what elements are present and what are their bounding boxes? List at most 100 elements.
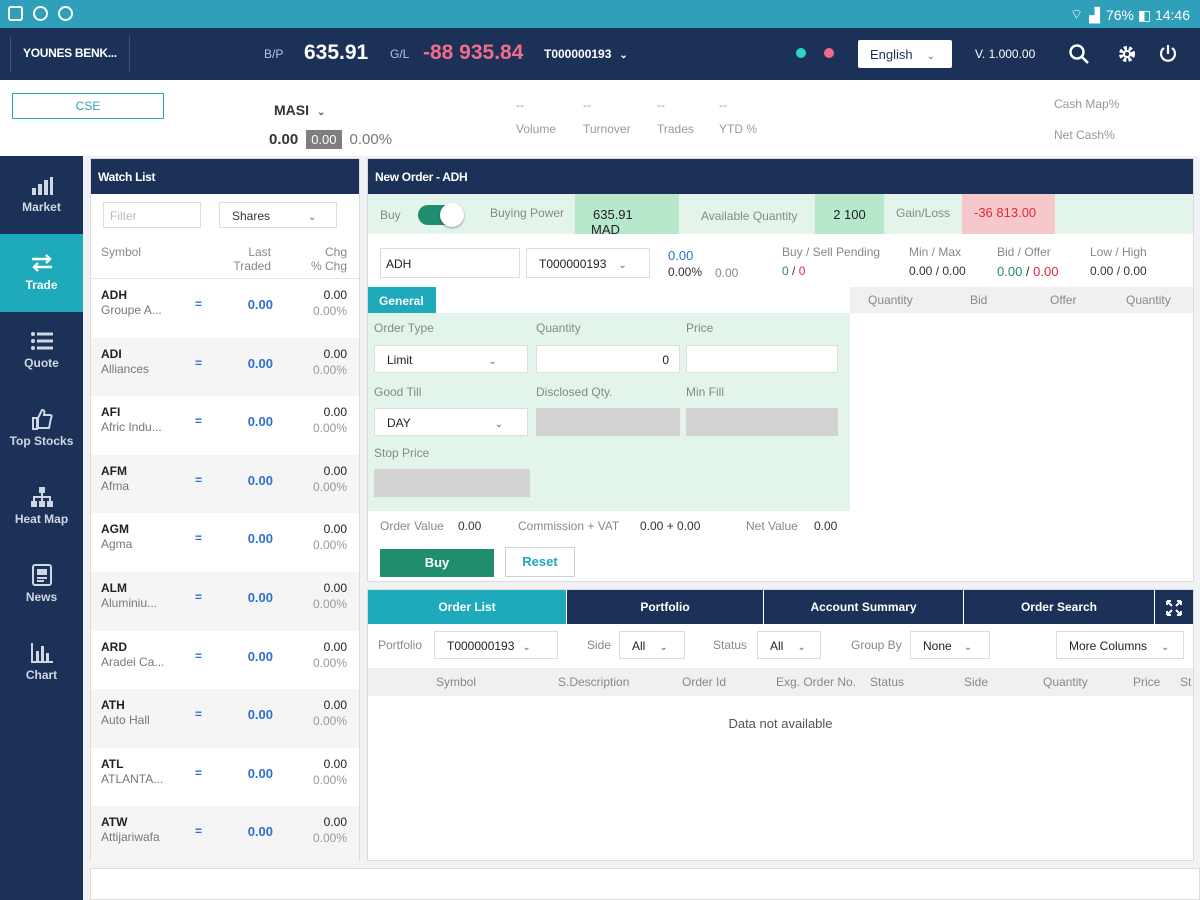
nav-quote[interactable]: Quote	[0, 312, 83, 390]
language-select[interactable]: English ⌄	[858, 40, 952, 68]
tab-order-list[interactable]: Order List	[368, 590, 566, 624]
watch-list-title: Watch List	[91, 159, 359, 194]
nav-heat-map[interactable]: Heat Map	[0, 468, 83, 546]
order-type-select[interactable]: Limit ⌄	[374, 345, 528, 373]
tab-portfolio[interactable]: Portfolio	[567, 590, 763, 624]
user-name[interactable]: YOUNES BENK...	[10, 36, 130, 72]
nav-label: Market	[22, 200, 61, 214]
row-last-traded: 0.00	[247, 472, 273, 488]
account-selector[interactable]: T000000193 ⌄	[544, 47, 628, 61]
order-summary-bar: Buy Buying Power 635.91 MAD Available Qu…	[368, 194, 1193, 237]
watch-row-atw[interactable]: ATW Attijariwafa = 0.00 0.00 0.00%	[91, 806, 359, 865]
price-input[interactable]	[686, 345, 838, 373]
col-last-1: Last	[248, 245, 271, 259]
tab-order-search[interactable]: Order Search	[964, 590, 1154, 624]
book-col-offer: Offer	[1050, 293, 1077, 307]
watch-row-afm[interactable]: AFM Afma = 0.00 0.00 0.00%	[91, 454, 359, 514]
watch-row-afi[interactable]: AFI Afric Indu... = 0.00 0.00 0.00%	[91, 396, 359, 455]
book-col-qty2: Quantity	[1126, 293, 1171, 307]
net-value-label: Net Value	[746, 519, 798, 533]
watch-row-agm[interactable]: AGM Agma = 0.00 0.00 0.00%	[91, 513, 359, 572]
power-icon[interactable]	[1157, 43, 1179, 65]
nav-market[interactable]: Market	[0, 156, 83, 234]
row-trend-flag: =	[195, 707, 203, 722]
row-symbol: AFI	[101, 405, 121, 420]
whatsapp-icon	[33, 6, 48, 21]
watch-row-atl[interactable]: ATL ATLANTA... = 0.00 0.00 0.00%	[91, 748, 359, 807]
gain-loss-label: Gain/Loss	[896, 206, 951, 220]
row-pct-change: 0.00%	[312, 479, 347, 494]
watch-row-ard[interactable]: ARD Aradei Ca... = 0.00 0.00 0.00%	[91, 631, 359, 690]
stop-price-input[interactable]	[374, 469, 530, 497]
buy-sell-toggle[interactable]	[418, 203, 464, 227]
status-filter-select[interactable]: All ⌄	[757, 631, 821, 659]
nav-top-stocks[interactable]: Top Stocks	[0, 390, 83, 468]
stat-volume: -- Volume	[516, 98, 557, 136]
nav-trade[interactable]: Trade	[0, 234, 83, 312]
portfolio-select[interactable]: T000000193 ⌄	[434, 631, 558, 659]
low-high-label: Low / High	[1090, 245, 1147, 259]
bid-offer-label: Bid / Offer	[997, 245, 1051, 259]
row-symbol: ATW	[101, 815, 128, 830]
exchange-button[interactable]: CSE	[12, 93, 164, 119]
connection-dot-pink	[824, 48, 834, 58]
col-exg-order-no: Exg. Order No.	[776, 675, 857, 689]
empty-state: Data not available	[728, 716, 833, 731]
row-trend-flag: =	[195, 531, 203, 546]
expand-button[interactable]	[1155, 590, 1193, 624]
row-change: 0.00	[323, 756, 347, 771]
index-selector[interactable]: MASI ⌄	[274, 102, 325, 118]
signal-icon: ▟	[1089, 6, 1100, 23]
col-order-description: S.Description	[558, 675, 630, 689]
nav-label: Quote	[24, 356, 59, 370]
disclosed-qty-input[interactable]	[536, 408, 680, 436]
watch-list-header: Symbol Last Traded Chg % Chg	[91, 237, 359, 279]
new-order-title: New Order - ADH	[368, 159, 1193, 194]
watch-row-adi[interactable]: ADI Alliances = 0.00 0.00 0.00%	[91, 337, 359, 397]
chart-icon	[30, 643, 53, 663]
book-col-qty: Quantity	[868, 293, 913, 307]
good-till-select[interactable]: DAY ⌄	[374, 408, 528, 436]
quantity-input[interactable]: 0	[536, 345, 680, 373]
watch-row-ath[interactable]: ATH Auto Hall = 0.00 0.00 0.00%	[91, 689, 359, 748]
row-change: 0.00	[323, 815, 347, 830]
tab-general[interactable]: General	[368, 287, 436, 313]
buying-power-currency: MAD	[591, 222, 620, 237]
min-fill-input[interactable]	[686, 408, 838, 436]
nav-news[interactable]: News	[0, 546, 83, 624]
portfolio-label: Portfolio	[378, 638, 423, 652]
row-last-traded: 0.00	[247, 707, 273, 723]
watch-row-alm[interactable]: ALM Aluminiu... = 0.00 0.00 0.00%	[91, 572, 359, 631]
side-filter-select[interactable]: All ⌄	[619, 631, 685, 659]
nav-chart[interactable]: Chart	[0, 624, 83, 702]
col-order-id: Order Id	[682, 675, 727, 689]
buying-power-box: 635.91 MAD	[575, 194, 679, 237]
row-symbol: ATL	[101, 756, 124, 771]
row-change: 0.00	[323, 581, 347, 595]
row-pct-change: 0.00%	[312, 772, 347, 787]
instrument-type-select[interactable]: Shares ⌄	[219, 202, 337, 228]
order-account-select[interactable]: T000000193 ⌄	[526, 248, 650, 278]
reset-button[interactable]: Reset	[505, 547, 575, 577]
row-pct-change: 0.00%	[312, 538, 347, 553]
market-chart-icon	[31, 177, 53, 195]
row-name: Groupe A...	[101, 303, 162, 317]
tab-account-summary[interactable]: Account Summary	[764, 590, 963, 624]
group-by-select[interactable]: None ⌄	[910, 631, 990, 659]
buy-button[interactable]: Buy	[380, 549, 494, 577]
watch-row-adh[interactable]: ADH Groupe A... = 0.00 0.00 0.00%	[91, 279, 359, 338]
pending-buy: 0	[782, 264, 789, 278]
search-icon[interactable]	[1068, 43, 1090, 65]
gear-icon[interactable]	[1116, 43, 1138, 65]
bid-offer-values: 0.00 / 0.00	[997, 264, 1059, 279]
offer-value: 0.00	[1033, 264, 1059, 279]
more-columns-select[interactable]: More Columns ⌄	[1056, 631, 1184, 659]
row-name: Afma	[101, 478, 130, 493]
row-name: Afric Indu...	[101, 420, 162, 435]
index-values: 0.00 0.00 0.00%	[269, 130, 392, 149]
side-filter-label: Side	[587, 638, 612, 652]
row-name: Auto Hall	[101, 713, 150, 728]
filter-input[interactable]: Filter	[103, 202, 201, 228]
group-by-label: Group By	[851, 638, 902, 652]
symbol-input[interactable]: ADH	[380, 248, 520, 278]
